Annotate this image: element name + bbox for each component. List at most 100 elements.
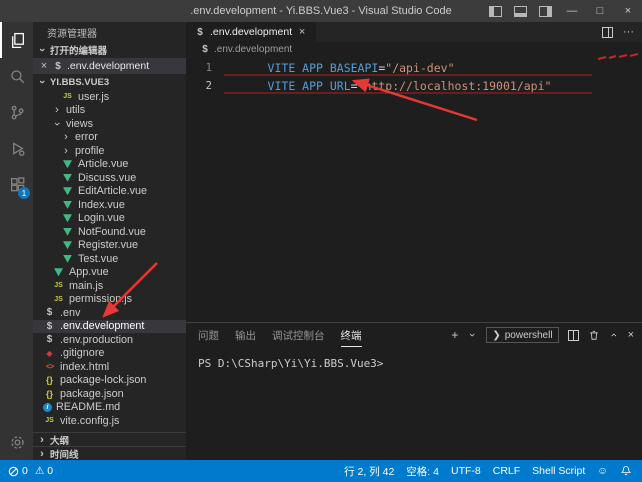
- new-terminal-icon[interactable]: +: [451, 328, 458, 342]
- file-icon: [63, 160, 72, 168]
- tree-item[interactable]: $ .env: [33, 306, 186, 320]
- tree-item[interactable]: Discuss.vue: [33, 171, 186, 185]
- kill-terminal-icon[interactable]: [588, 329, 600, 342]
- split-editor-icon[interactable]: [602, 27, 613, 38]
- feedback-smiley-icon[interactable]: ☺: [597, 465, 608, 477]
- file-name: Discuss.vue: [78, 172, 136, 184]
- file-name: App.vue: [69, 266, 109, 278]
- minimize-button[interactable]: —: [558, 0, 586, 22]
- tree-item[interactable]: › profile: [33, 144, 186, 158]
- extensions-icon[interactable]: 1: [0, 166, 33, 202]
- source-control-icon[interactable]: [0, 94, 33, 130]
- tree-item[interactable]: JS user.js: [33, 90, 186, 104]
- tab-env-development[interactable]: $ .env.development ×: [186, 22, 317, 42]
- error-count: 0: [22, 465, 28, 477]
- tree-item[interactable]: JS main.js: [33, 279, 186, 293]
- close-icon[interactable]: ×: [39, 60, 49, 72]
- eol-sequence[interactable]: CRLF: [493, 465, 520, 477]
- terminal-output[interactable]: PS D:\CSharp\Yi\Yi.BBS.Vue3>: [186, 347, 642, 370]
- tree-item[interactable]: JS permission.js: [33, 293, 186, 307]
- file-name: utils: [66, 104, 85, 116]
- panel-tab[interactable]: 终端: [341, 324, 362, 347]
- panel-tab[interactable]: 问题: [198, 324, 219, 346]
- panel-tab[interactable]: 调试控制台: [272, 324, 325, 346]
- file-icon: $: [43, 321, 56, 332]
- file-icon: [63, 214, 72, 222]
- tree-item[interactable]: {} package.json: [33, 387, 186, 401]
- language-mode[interactable]: Shell Script: [532, 465, 585, 477]
- env-value: "http://localhost:19001/api": [358, 79, 552, 93]
- activity-bar: 1: [0, 22, 33, 460]
- file-name: error: [75, 131, 98, 143]
- tree-item[interactable]: Test.vue: [33, 252, 186, 266]
- extensions-badge: 1: [18, 187, 30, 199]
- open-editor-item[interactable]: × $ .env.development: [33, 58, 186, 74]
- outline-section[interactable]: › 大纲: [33, 432, 186, 446]
- tree-item[interactable]: JS vite.config.js: [33, 414, 186, 428]
- project-section[interactable]: › YI.BBS.VUE3: [33, 74, 186, 90]
- split-terminal-icon[interactable]: [568, 330, 579, 341]
- file-name: main.js: [69, 280, 103, 292]
- close-button[interactable]: ×: [614, 0, 642, 22]
- env-key: VITE_APP_URL: [268, 79, 351, 93]
- tree-item[interactable]: Index.vue: [33, 198, 186, 212]
- code-line[interactable]: 2 VITE_APP_URL="http://localhost:19001/a…: [186, 77, 642, 95]
- timeline-section[interactable]: › 时间线: [33, 446, 186, 460]
- file-tree: JS user.js › utils › views › error › pro…: [33, 90, 186, 432]
- tree-item[interactable]: $ .env.development: [33, 320, 186, 334]
- line-number: 2: [186, 80, 212, 92]
- tree-item[interactable]: {} package-lock.json: [33, 374, 186, 388]
- tab-label: .env.development: [210, 26, 292, 38]
- notifications-bell-icon[interactable]: [620, 465, 632, 477]
- encoding[interactable]: UTF-8: [451, 465, 481, 477]
- more-actions-icon[interactable]: ···: [623, 26, 634, 38]
- problems-status[interactable]: 0 ⚠ 0: [8, 465, 53, 477]
- toggle-panel-icon[interactable]: [514, 6, 527, 17]
- vscode-window: .env.development - Yi.BBS.Vue3 - Visual …: [0, 0, 642, 482]
- tree-item[interactable]: <> index.html: [33, 360, 186, 374]
- file-name: Login.vue: [78, 212, 125, 224]
- tree-item[interactable]: EditArticle.vue: [33, 185, 186, 199]
- panel-header: 问题输出调试控制台终端 + › ❯ powershell › ×: [186, 323, 642, 347]
- close-icon[interactable]: ×: [297, 26, 307, 38]
- toggle-sidebar-icon[interactable]: [489, 6, 502, 17]
- tree-item[interactable]: › views: [33, 117, 186, 131]
- toggle-secondary-sidebar-icon[interactable]: [539, 6, 552, 17]
- tree-item[interactable]: $ .env.production: [33, 333, 186, 347]
- tree-item[interactable]: › utils: [33, 104, 186, 118]
- run-debug-icon[interactable]: [0, 130, 33, 166]
- file-name: package.json: [60, 388, 124, 400]
- chevron-right-icon: ›: [37, 434, 47, 446]
- search-icon[interactable]: [0, 58, 33, 94]
- tree-item[interactable]: › error: [33, 131, 186, 145]
- indentation[interactable]: 空格: 4: [406, 464, 439, 479]
- terminal-dropdown-icon[interactable]: ›: [466, 330, 478, 340]
- explorer-icon[interactable]: [0, 22, 33, 58]
- file-name: .gitignore: [60, 347, 104, 359]
- tree-item[interactable]: Login.vue: [33, 212, 186, 226]
- panel-tab[interactable]: 输出: [235, 324, 256, 346]
- code-editor[interactable]: 1 VITE_APP_BASEAPI="/api-dev" 2 VITE_APP…: [186, 57, 642, 95]
- tree-item[interactable]: App.vue: [33, 266, 186, 280]
- tree-item[interactable]: i README.md: [33, 401, 186, 415]
- editor-area: $ .env.development × ··· $ .env.developm…: [186, 22, 642, 322]
- tree-item[interactable]: Article.vue: [33, 158, 186, 172]
- close-panel-icon[interactable]: ×: [628, 329, 634, 341]
- file-icon: JS: [61, 93, 74, 100]
- file-name: Index.vue: [78, 199, 125, 211]
- settings-gear-icon[interactable]: [0, 424, 33, 460]
- shell-selector[interactable]: ❯ powershell: [486, 327, 558, 343]
- cursor-position[interactable]: 行 2, 列 42: [344, 464, 394, 479]
- tree-item[interactable]: ◆ .gitignore: [33, 347, 186, 361]
- tree-item[interactable]: NotFound.vue: [33, 225, 186, 239]
- tree-item[interactable]: Register.vue: [33, 239, 186, 253]
- file-name: permission.js: [69, 293, 132, 305]
- file-icon: [63, 255, 72, 263]
- file-icon: JS: [43, 417, 56, 424]
- error-icon: [8, 466, 19, 477]
- maximize-button[interactable]: □: [586, 0, 614, 22]
- file-icon: {}: [43, 375, 56, 385]
- open-editors-section[interactable]: › 打开的编辑器: [33, 42, 186, 58]
- status-bar: 0 ⚠ 0 行 2, 列 42 空格: 4 UTF-8 CRLF Shell S…: [0, 460, 642, 482]
- maximize-panel-icon[interactable]: ›: [608, 330, 620, 340]
